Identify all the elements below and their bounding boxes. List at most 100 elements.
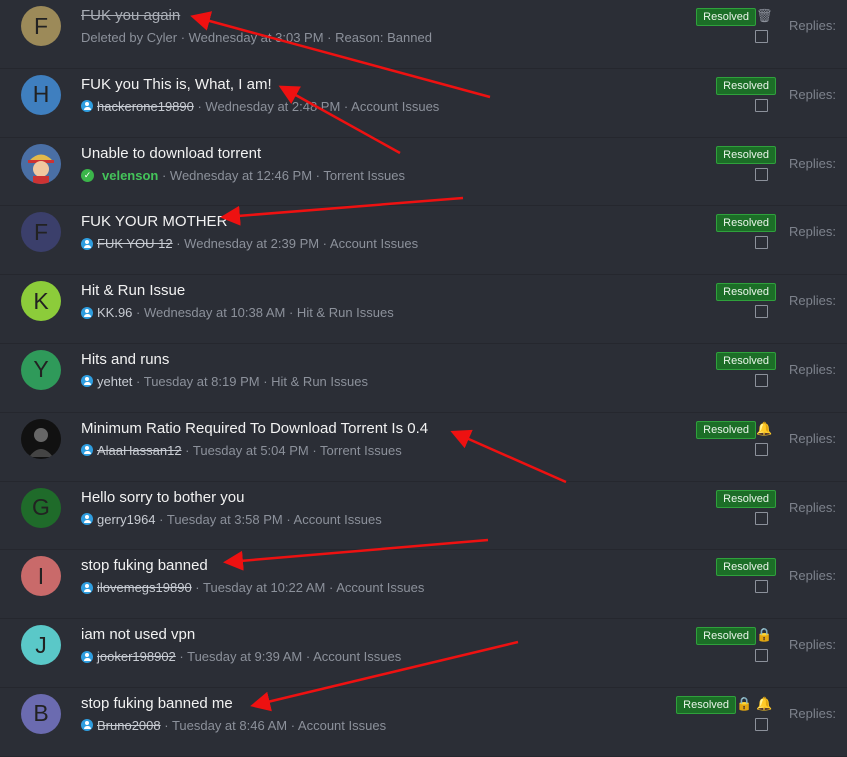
thread-info: · Wednesday at 2:39 PM · Account Issues bbox=[172, 236, 419, 252]
user-icon bbox=[81, 719, 93, 732]
thread-meta: jooker198902 · Tuesday at 9:39 AM · Acco… bbox=[81, 649, 401, 664]
select-checkbox[interactable] bbox=[755, 511, 768, 525]
thread-row[interactable]: K Hit & Run Issue KK.96 · Wednesday at 10:… bbox=[0, 275, 847, 344]
thread-title[interactable]: stop fuking banned me bbox=[81, 695, 233, 712]
user-icon bbox=[81, 513, 93, 526]
select-checkbox[interactable] bbox=[755, 30, 768, 43]
username-link[interactable]: jooker198902 bbox=[97, 649, 176, 664]
thread-row[interactable]: Bstop fuking banned me Bruno2008 · Tuesda… bbox=[0, 688, 847, 757]
thread-title[interactable]: iam not used vpn bbox=[81, 626, 195, 643]
thread-row[interactable]: F FUK YOUR MOTHER FUK YOU 12 · Wednesday a… bbox=[0, 206, 847, 276]
select-checkbox[interactable] bbox=[755, 373, 768, 387]
select-checkbox[interactable] bbox=[755, 442, 768, 456]
user-avatar[interactable]: B bbox=[21, 693, 61, 734]
thread-info: · Tuesday at 3:58 PM · Account Issues bbox=[155, 511, 382, 527]
thread-info: · Tuesday at 8:19 PM · Hit & Run Issues bbox=[132, 373, 368, 389]
resolved-badge: Resolved bbox=[716, 283, 776, 302]
replies-label: Replies: bbox=[789, 637, 836, 653]
user-avatar[interactable]: J bbox=[21, 625, 61, 666]
select-checkbox[interactable] bbox=[755, 98, 768, 112]
select-checkbox[interactable] bbox=[755, 305, 768, 319]
bell-icon[interactable]: 🔔 bbox=[756, 421, 772, 436]
username-link[interactable]: AlaaHassan12 bbox=[97, 443, 182, 458]
username-link[interactable]: yehtet bbox=[97, 374, 132, 389]
trash-icon[interactable]: 🗑 bbox=[756, 9, 773, 23]
avatar-letter: H bbox=[32, 81, 50, 108]
username-link[interactable]: Bruno2008 bbox=[97, 718, 161, 733]
resolved-badge: Resolved bbox=[696, 420, 756, 439]
thread-title[interactable]: FUK you again bbox=[81, 7, 180, 24]
thread-meta: gerry1964 · Tuesday at 3:58 PM · Account… bbox=[81, 512, 382, 527]
user-avatar[interactable]: K bbox=[21, 281, 61, 322]
username-link[interactable]: velenson bbox=[102, 168, 158, 183]
lock-icon[interactable]: 🔒 bbox=[736, 696, 752, 711]
replies-label: Replies: bbox=[789, 86, 836, 102]
thread-row[interactable]: Jiam not used vpn jooker198902 · Tuesday … bbox=[0, 619, 847, 688]
verified-check-icon: ✓ bbox=[81, 168, 94, 182]
username-link[interactable]: hackerone19890 bbox=[97, 99, 194, 114]
thread-title[interactable]: Hits and runs bbox=[81, 351, 169, 368]
avatar-letter: F bbox=[33, 218, 49, 245]
thread-row[interactable]: Unable to download torrent ✓ velenson · We… bbox=[0, 138, 847, 207]
user-avatar[interactable]: F bbox=[21, 6, 61, 46]
user-icon bbox=[81, 581, 93, 594]
resolved-badge: Resolved bbox=[696, 8, 756, 26]
thread-meta: FUK YOU 12 · Wednesday at 2:39 PM · Acco… bbox=[81, 236, 418, 251]
resolved-badge: Resolved bbox=[716, 214, 776, 233]
user-avatar[interactable] bbox=[21, 143, 61, 184]
user-icon bbox=[81, 650, 93, 663]
thread-title[interactable]: Minimum Ratio Required To Download Torre… bbox=[81, 420, 428, 437]
select-checkbox[interactable] bbox=[755, 167, 768, 181]
user-avatar[interactable]: F bbox=[21, 212, 61, 253]
resolved-badge: Resolved bbox=[676, 695, 736, 714]
replies-label: Replies: bbox=[789, 18, 836, 33]
thread-info: · Wednesday at 10:38 AM · Hit & Run Issu… bbox=[132, 305, 394, 321]
avatar-letter: K bbox=[33, 287, 49, 314]
select-checkbox[interactable] bbox=[755, 649, 768, 663]
replies-label: Replies: bbox=[789, 155, 836, 171]
thread-list: F FUK you again Deleted by Cyler · Wednesd… bbox=[0, 0, 847, 757]
thread-info: · Tuesday at 8:46 AM · Account Issues bbox=[160, 717, 387, 733]
resolved-badge: Resolved bbox=[716, 489, 776, 508]
user-avatar[interactable]: H bbox=[21, 74, 61, 115]
user-icon bbox=[81, 444, 93, 457]
thread-row[interactable]: F FUK you again Deleted by Cyler · Wednesd… bbox=[0, 0, 847, 69]
thread-title[interactable]: Unable to download torrent bbox=[81, 145, 261, 162]
thread-title[interactable]: Hello sorry to bother you bbox=[81, 489, 244, 506]
avatar-letter: G bbox=[32, 494, 50, 521]
thread-row[interactable]: Istop fuking banned ilovemegs19890 · Tues… bbox=[0, 550, 847, 620]
resolved-badge: Resolved bbox=[716, 351, 776, 370]
thread-row[interactable]: Y Hits and runs yehtet · Tuesday at 8:19 P… bbox=[0, 344, 847, 413]
select-checkbox[interactable] bbox=[755, 717, 768, 731]
thread-title[interactable]: Hit & Run Issue bbox=[81, 282, 185, 299]
select-checkbox[interactable] bbox=[755, 236, 768, 250]
username-link[interactable]: gerry1964 bbox=[97, 512, 156, 527]
user-avatar[interactable] bbox=[21, 418, 61, 459]
lock-icon[interactable]: 🔒 bbox=[756, 628, 772, 642]
thread-info: · Tuesday at 5:04 PM · Torrent Issues bbox=[181, 442, 402, 458]
thread-row[interactable]: G Hello sorry to bother you gerry1964 · Tu… bbox=[0, 482, 847, 551]
select-checkbox[interactable] bbox=[755, 580, 768, 594]
thread-title[interactable]: stop fuking banned bbox=[81, 557, 208, 574]
user-avatar[interactable]: I bbox=[21, 556, 61, 597]
resolved-badge: Resolved bbox=[696, 627, 756, 646]
thread-meta: hackerone19890 · Wednesday at 2:48 PM · … bbox=[81, 99, 439, 114]
thread-title[interactable]: FUK YOUR MOTHER bbox=[81, 213, 227, 230]
thread-row[interactable]: H FUK you This is, What, I am! hackerone19… bbox=[0, 69, 847, 138]
username-link[interactable]: KK.96 bbox=[97, 305, 132, 320]
thread-title[interactable]: FUK you This is, What, I am! bbox=[81, 76, 272, 93]
username-link[interactable]: ilovemegs19890 bbox=[97, 580, 192, 595]
user-avatar[interactable]: Y bbox=[21, 349, 61, 390]
username-link[interactable]: FUK YOU 12 bbox=[97, 236, 173, 251]
replies-label: Replies: bbox=[789, 361, 836, 377]
user-icon bbox=[81, 306, 93, 319]
thread-info: · Tuesday at 10:22 AM · Account Issues bbox=[191, 580, 425, 596]
user-avatar[interactable]: G bbox=[21, 487, 61, 528]
thread-meta: ✓ velenson · Wednesday at 12:46 PM · Torr… bbox=[81, 168, 405, 183]
thread-info: · Wednesday at 2:48 PM · Account Issues bbox=[193, 98, 440, 114]
thread-row[interactable]: Minimum Ratio Required To Download Torre… bbox=[0, 413, 847, 482]
bell-icon[interactable]: 🔔 bbox=[756, 696, 772, 711]
thread-meta: ilovemegs19890 · Tuesday at 10:22 AM · A… bbox=[81, 580, 424, 595]
thread-meta: yehtet · Tuesday at 8:19 PM · Hit & Run … bbox=[81, 374, 368, 389]
replies-label: Replies: bbox=[789, 293, 836, 309]
